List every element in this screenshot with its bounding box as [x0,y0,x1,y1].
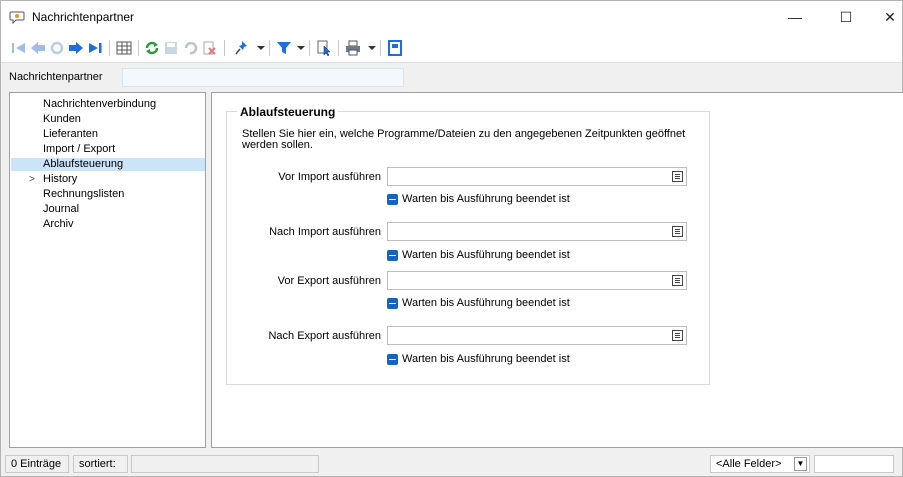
print-icon[interactable] [344,39,362,57]
nach-export-input[interactable] [387,326,687,345]
undo-icon[interactable] [181,39,199,57]
vor-import-input[interactable] [387,167,687,186]
vor-export-input[interactable] [387,271,687,290]
description-text: Stellen Sie hier ein, welche Programme/D… [242,128,686,151]
form-icon[interactable] [386,39,404,57]
search-row: Nachrichtenpartner [1,63,902,91]
nav-item-label: Kunden [43,113,81,125]
nav-item-archiv[interactable]: Archiv [11,218,205,231]
nav-item-label: History [43,173,78,185]
search-label: Nachrichtenpartner [9,71,103,83]
search-input[interactable] [122,68,404,87]
toolbar-separator [309,40,310,56]
pin-dropdown-icon[interactable] [252,39,270,57]
nach-import-label: Nach Import ausführen [269,226,381,238]
field-select-value: <Alle Felder> [716,458,782,470]
navigation-tree: Nachrichtenverbindung Kunden Lieferanten… [9,92,206,448]
browse-icon[interactable] [672,275,683,286]
refresh-disabled-icon[interactable] [48,39,66,57]
pin-icon[interactable] [233,39,251,57]
nav-item-label: Rechnungslisten [43,188,125,200]
last-icon[interactable] [86,39,104,57]
main-panel: Ablaufsteuerung Stellen Sie hier ein, we… [211,92,903,448]
status-bar: 0 Einträge sortiert: <Alle Felder> ▼ [1,451,902,476]
toolbar-separator [224,40,225,56]
window-title: Nachrichtenpartner [32,10,135,24]
first-icon[interactable] [10,39,28,57]
dropdown-icon[interactable]: ▼ [794,457,807,471]
checkbox-icon[interactable] [387,193,398,205]
checkbox-label: Warten bis Ausführung beendet ist [402,249,570,261]
filter-dropdown-icon[interactable] [292,39,310,57]
nach-export-label: Nach Export ausführen [268,330,381,342]
field-select[interactable]: <Alle Felder> ▼ [710,455,810,473]
nach-import-input[interactable] [387,222,687,241]
expand-chevron-icon[interactable]: > [29,173,35,186]
group-title: Ablaufsteuerung [237,105,339,119]
checkbox-icon[interactable] [387,353,398,365]
nach-import-wait-checkbox[interactable]: Warten bis Ausführung beendet ist [387,248,570,262]
status-spacer [321,455,706,473]
nav-item-rechnungslisten[interactable]: Rechnungslisten [11,188,205,201]
app-window: Nachrichtenpartner — ☐ ✕ Nachrichtenpart… [0,0,903,477]
save-icon[interactable] [162,39,180,57]
status-cell-empty [131,455,319,473]
previous-icon[interactable] [29,39,47,57]
nav-item-history[interactable]: > History [11,173,205,186]
next-icon[interactable] [67,39,85,57]
nav-item-lieferanten[interactable]: Lieferanten [11,128,205,141]
toolbar-separator [269,40,270,56]
browse-icon[interactable] [672,330,683,341]
nav-item-label: Nachrichtenverbindung [43,98,157,110]
toolbar-separator [380,40,381,56]
minimize-button[interactable]: — [772,1,818,33]
sort-status: sortiert: [73,455,128,473]
checkbox-label: Warten bis Ausführung beendet ist [402,353,570,365]
delete-icon[interactable] [200,39,218,57]
vor-export-wait-checkbox[interactable]: Warten bis Ausführung beendet ist [387,296,570,310]
nach-export-wait-checkbox[interactable]: Warten bis Ausführung beendet ist [387,352,570,366]
document-pointer-icon[interactable] [315,39,333,57]
filter-icon[interactable] [275,39,293,57]
toolbar [1,33,902,63]
nav-item-nachrichtenverbindung[interactable]: Nachrichtenverbindung [11,98,205,111]
vor-import-wait-checkbox[interactable]: Warten bis Ausführung beendet ist [387,192,570,206]
checkbox-label: Warten bis Ausführung beendet ist [402,297,570,309]
checkbox-label: Warten bis Ausführung beendet ist [402,193,570,205]
table-icon[interactable] [115,39,133,57]
checkbox-icon[interactable] [387,249,398,261]
browse-icon[interactable] [672,171,683,182]
nav-item-label: Lieferanten [43,128,99,140]
message-partner-icon [9,11,25,24]
print-dropdown-icon[interactable] [363,39,381,57]
ablaufsteuerung-group: Ablaufsteuerung Stellen Sie hier ein, we… [226,105,710,385]
record-count: 0 Einträge [5,455,69,473]
nav-item-label: Journal [43,203,80,215]
nav-item-journal[interactable]: Journal [11,203,205,216]
nav-item-kunden[interactable]: Kunden [11,113,205,126]
vor-import-label: Vor Import ausführen [278,171,381,183]
nav-item-label: Ablaufsteuerung [43,158,124,170]
browse-icon[interactable] [672,226,683,237]
toolbar-separator [338,40,339,56]
toolbar-separator [138,40,139,56]
vor-export-label: Vor Export ausführen [277,275,381,287]
status-search-field[interactable] [814,455,894,473]
nav-item-label: Import / Export [43,143,116,155]
nav-item-label: Archiv [43,218,74,230]
nav-item-ablaufsteuerung[interactable]: Ablaufsteuerung [11,158,205,171]
toolbar-separator [109,40,110,56]
reload-icon[interactable] [143,39,161,57]
close-button[interactable]: ✕ [867,1,903,33]
checkbox-icon[interactable] [387,297,398,309]
nav-item-import-export[interactable]: Import / Export [11,143,205,156]
title-bar: Nachrichtenpartner — ☐ ✕ [1,1,902,33]
maximize-button[interactable]: ☐ [823,1,869,33]
